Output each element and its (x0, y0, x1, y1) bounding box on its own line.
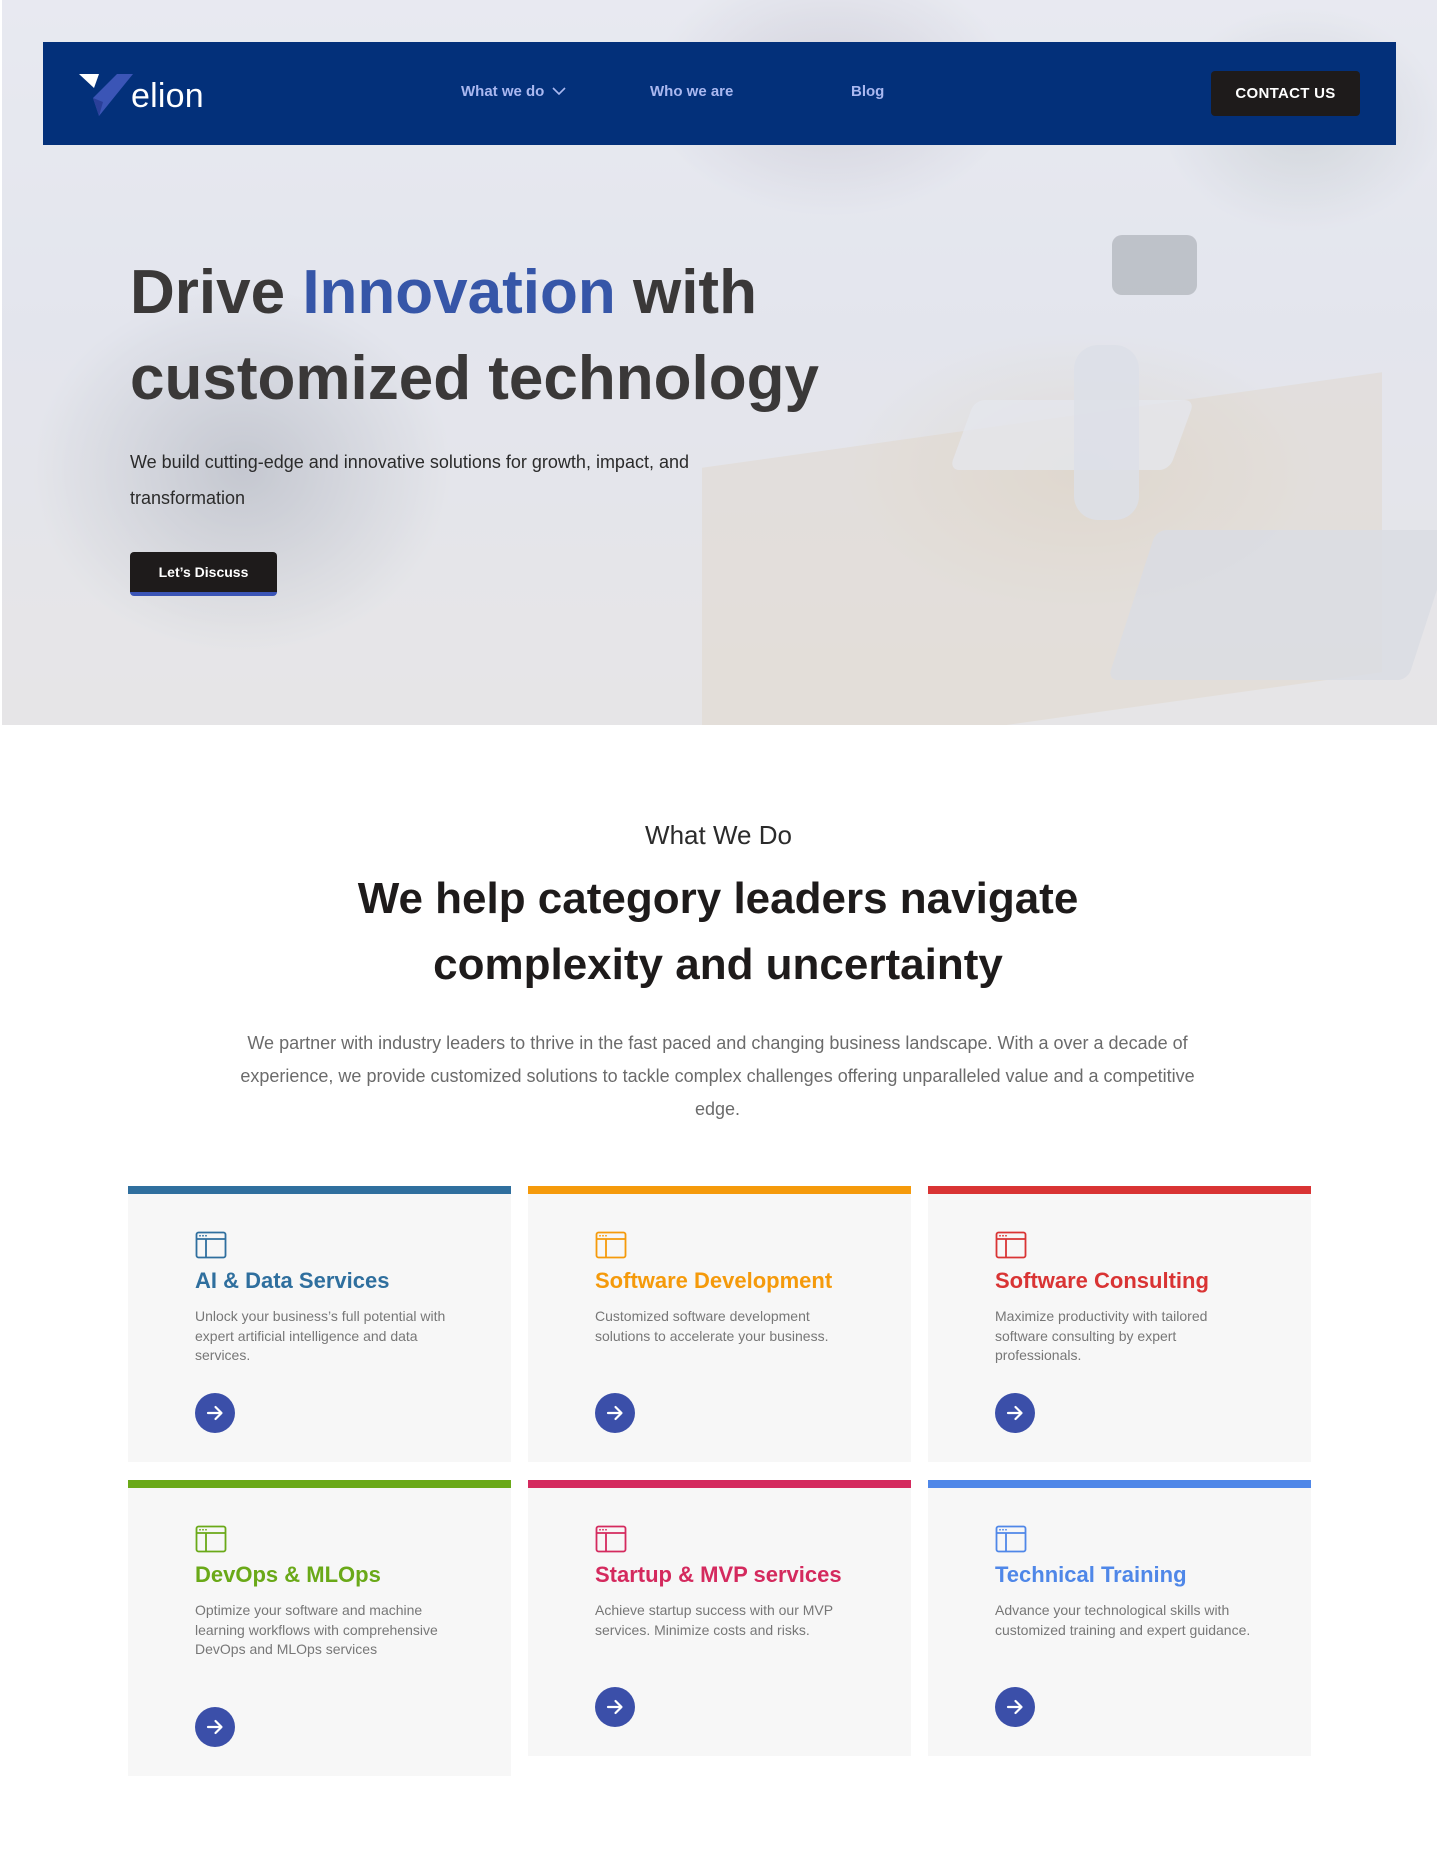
service-card-title: Software Consulting (995, 1268, 1209, 1293)
section-eyebrow: What We Do (645, 820, 792, 850)
service-card-title: Startup & MVP services (595, 1562, 842, 1587)
service-card-title: AI & Data Services (195, 1268, 390, 1293)
browser-window-icon (195, 1525, 227, 1553)
arrow-right-icon (206, 1719, 223, 1735)
browser-window-icon (595, 1525, 627, 1553)
browser-window-icon (995, 1231, 1027, 1259)
service-card-description: Maximize productivity with tailored soft… (995, 1308, 1208, 1363)
arrow-right-button[interactable] (995, 1687, 1035, 1727)
hero-title-accent: Innovation (302, 258, 616, 327)
arrow-right-icon (606, 1405, 623, 1421)
hero-subtitle: We build cutting-edge and innovative sol… (130, 452, 689, 508)
contact-us-button[interactable]: CONTACT US (1211, 71, 1360, 116)
service-card-technical-training[interactable]: Technical Training Advance your technolo… (928, 1480, 1311, 1756)
service-card-startup-mvp[interactable]: Startup & MVP services Achieve startup s… (528, 1480, 911, 1756)
service-card-title: DevOps & MLOps (195, 1562, 381, 1587)
service-card-description: Achieve startup success with our MVP ser… (595, 1602, 833, 1638)
browser-window-icon (195, 1231, 227, 1259)
arrow-right-button[interactable] (595, 1393, 635, 1433)
top-navbar: elion What we do Who we are Blog CONTACT… (43, 42, 1396, 145)
chevron-down-icon (552, 87, 566, 96)
arrow-right-icon (1006, 1699, 1023, 1715)
nav-who-we-are[interactable]: Who we are (650, 83, 733, 100)
arrow-right-button[interactable] (995, 1393, 1035, 1433)
section-heading: We help category leaders navigate comple… (357, 874, 1079, 989)
service-card-title: Technical Training (995, 1562, 1187, 1587)
logo[interactable]: elion (79, 72, 204, 118)
arrow-right-icon (1006, 1405, 1023, 1421)
service-card-description: Unlock your business’s full potential wi… (195, 1308, 446, 1363)
section-description: We partner with industry leaders to thri… (240, 1033, 1195, 1119)
nav-blog[interactable]: Blog (851, 83, 884, 100)
arrow-right-button[interactable] (595, 1687, 635, 1727)
arrow-right-button[interactable] (195, 1707, 235, 1747)
service-card-description: Optimize your software and machine learn… (195, 1602, 438, 1657)
service-card-description: Advance your technological skills with c… (995, 1602, 1251, 1638)
nav-what-we-do[interactable]: What we do (461, 83, 566, 100)
service-card-ai-data[interactable]: AI & Data Services Unlock your business’… (128, 1186, 511, 1462)
arrow-right-icon (606, 1699, 623, 1715)
service-card-software-development[interactable]: Software Development Customized software… (528, 1186, 911, 1462)
service-card-devops-mlops[interactable]: DevOps & MLOps Optimize your software an… (128, 1480, 511, 1776)
nav-what-we-do-label: What we do (461, 83, 545, 100)
service-card-description: Customized software development solution… (595, 1308, 829, 1344)
browser-window-icon (995, 1525, 1027, 1553)
service-card-title: Software Development (595, 1268, 833, 1293)
logo-text: elion (131, 76, 204, 115)
lets-discuss-button[interactable]: Let’s Discuss (130, 552, 277, 596)
logo-v-icon (79, 74, 133, 116)
hero-title: Drive Innovation with customized technol… (130, 258, 819, 413)
arrow-right-icon (206, 1405, 223, 1421)
arrow-right-button[interactable] (195, 1393, 235, 1433)
browser-window-icon (595, 1231, 627, 1259)
service-card-software-consulting[interactable]: Software Consulting Maximize productivit… (928, 1186, 1311, 1462)
